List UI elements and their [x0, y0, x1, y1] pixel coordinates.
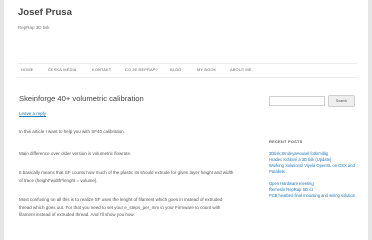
- search-button[interactable]: Search: [328, 95, 355, 107]
- post-paragraph: It basically means that SF counts how mu…: [19, 170, 234, 183]
- nav-item-about-me[interactable]: ABOUT ME: [230, 67, 252, 72]
- recent-post-link[interactable]: PCB heatbed final mounting and wiring so…: [269, 193, 364, 199]
- search-input[interactable]: [269, 96, 325, 106]
- nav-item-blog[interactable]: BLOG: [170, 67, 182, 72]
- recent-post-link[interactable]: Working Solutions/ Viyela OpenSL on OSX …: [269, 163, 364, 175]
- site-tagline: RepRap 3D tisk: [18, 25, 50, 30]
- nav-item-kontakt[interactable]: KONTAKT: [92, 67, 111, 72]
- nav-item-co-je-reprap[interactable]: CO JE REPRAP?: [125, 67, 158, 72]
- post-paragraph: Most confusing on all this is to realize…: [19, 197, 223, 217]
- nav-item-ceska-media[interactable]: ČESKÁ MÉDIA: [48, 67, 76, 72]
- post-title[interactable]: Skeinforge 40+ volumetric calibration: [19, 94, 144, 103]
- site-title[interactable]: Josef Prusa: [18, 7, 72, 18]
- leave-reply-link[interactable]: Leave a reply: [19, 111, 46, 116]
- recent-posts-title: RECENT POSTS: [269, 139, 303, 144]
- main-navigation: HOME ČESKÁ MÉDIA KONTAKT CO JE REPRAP? B…: [17, 63, 357, 78]
- nav-item-my-book[interactable]: MY BOOK: [197, 67, 216, 72]
- page: Josef Prusa RepRap 3D tisk HOME ČESKÁ MÉ…: [4, 0, 368, 240]
- nav-item-home[interactable]: HOME: [21, 67, 33, 72]
- post-paragraph: Main difference over older version is vo…: [19, 151, 132, 156]
- post-paragraph: In this article I want to help you with …: [19, 129, 126, 134]
